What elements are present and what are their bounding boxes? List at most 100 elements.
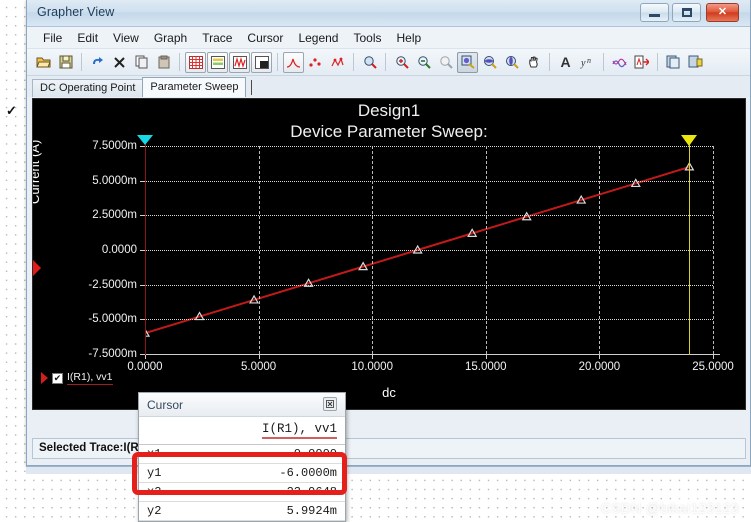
svg-text:n: n bbox=[587, 56, 591, 65]
graph-plot-area[interactable]: Design1 Device Parameter Sweep: Current … bbox=[32, 98, 746, 410]
zoom-in-icon[interactable] bbox=[391, 52, 412, 73]
y-axis-title: Current (A) bbox=[32, 139, 42, 204]
cursor-2-handle[interactable] bbox=[681, 135, 698, 146]
x-axis-line bbox=[145, 354, 720, 355]
export-graph-icon[interactable] bbox=[685, 52, 706, 73]
close-button[interactable]: ✕ bbox=[706, 3, 739, 22]
toolbar-separator bbox=[385, 53, 386, 71]
schematic-cursor-glyph: ✓ bbox=[6, 103, 17, 118]
legend-icon[interactable] bbox=[207, 51, 228, 73]
gridline-vertical bbox=[713, 146, 714, 354]
window-titlebar: Grapher View ✕ bbox=[27, 0, 750, 27]
paste-icon[interactable] bbox=[153, 52, 174, 73]
axes-icon[interactable] bbox=[229, 51, 250, 73]
text-icon-glyph: A bbox=[560, 54, 571, 70]
menu-item-legend[interactable]: Legend bbox=[291, 29, 346, 47]
open-icon[interactable] bbox=[33, 52, 54, 73]
minimize-icon bbox=[649, 14, 660, 17]
toolbar-separator bbox=[657, 53, 658, 71]
scatter-icon[interactable] bbox=[305, 52, 326, 73]
toolbar-separator bbox=[549, 53, 550, 71]
spline-icon[interactable] bbox=[327, 52, 348, 73]
menu-item-help[interactable]: Help bbox=[390, 29, 430, 47]
maximize-button[interactable] bbox=[672, 3, 701, 22]
grid-icon[interactable] bbox=[185, 51, 206, 73]
text-icon[interactable]: A bbox=[555, 52, 576, 73]
zoom-y-icon[interactable] bbox=[501, 52, 522, 73]
cursor-row-x2: x2 23.9648 bbox=[139, 483, 345, 502]
x-axis-tick-label: 15.0000 bbox=[465, 361, 507, 373]
gridline-vertical bbox=[258, 146, 260, 354]
cursor-1-line[interactable] bbox=[145, 139, 146, 355]
x-axis-tick bbox=[599, 354, 601, 359]
toolbar-separator bbox=[179, 53, 180, 71]
zoom-restore-icon[interactable] bbox=[359, 52, 380, 73]
cursor-row-y1: y1 -6.0000m bbox=[139, 464, 345, 483]
x-axis-tick-label: 25.0000 bbox=[692, 361, 734, 373]
cursor-key-x1: x1 bbox=[147, 447, 162, 461]
pan-hand-icon[interactable] bbox=[523, 52, 544, 73]
zoom-box-icon[interactable] bbox=[457, 51, 478, 73]
cursor-dialog-title: Cursor bbox=[147, 398, 184, 412]
tab-text-caret bbox=[251, 80, 253, 95]
menu-item-file[interactable]: File bbox=[36, 29, 70, 47]
export-trace-icon[interactable] bbox=[631, 52, 652, 73]
menu-item-edit[interactable]: Edit bbox=[70, 29, 106, 47]
save-icon[interactable] bbox=[55, 52, 76, 73]
plot-axes bbox=[145, 146, 714, 355]
cursor-dialog[interactable]: Cursor I(R1), vv1 x1 0.0000 y1 -6.0000m … bbox=[138, 392, 346, 522]
grapher-view-window: Grapher View ✕ File Edit View Graph Trac… bbox=[26, 0, 751, 466]
undo-icon[interactable] bbox=[87, 52, 108, 73]
curve-icon[interactable] bbox=[283, 51, 304, 73]
plot-title: Design1 bbox=[357, 101, 421, 120]
window-bottom-strip bbox=[26, 466, 751, 474]
x-axis-tick-label: 0.0000 bbox=[127, 361, 163, 373]
watermark-text: CSDN @bikai123123 bbox=[600, 500, 739, 516]
gridline-horizontal bbox=[145, 284, 713, 286]
background-icon[interactable] bbox=[251, 51, 272, 73]
formula-icon[interactable]: yn bbox=[577, 52, 598, 73]
cursor-1-handle[interactable] bbox=[137, 135, 153, 145]
cursor-value-y2: 5.9924m bbox=[286, 504, 337, 518]
y-axis-tick-label: 0.0000 bbox=[101, 244, 137, 256]
window-title: Grapher View bbox=[37, 5, 115, 19]
x-axis-tick-label: 10.0000 bbox=[351, 361, 393, 373]
cursor-2-line[interactable] bbox=[689, 139, 691, 355]
cursor-value-x2: 23.9648 bbox=[286, 485, 337, 499]
plot-legend[interactable]: ✔ I(R1), vv1 bbox=[41, 371, 113, 385]
cursor-row-x1: x1 0.0000 bbox=[139, 445, 345, 464]
cursor-dialog-close-button[interactable] bbox=[323, 397, 337, 411]
x-axis-tick-label: 20.0000 bbox=[578, 361, 621, 373]
legend-checkbox[interactable]: ✔ bbox=[52, 372, 63, 384]
menu-item-cursor[interactable]: Cursor bbox=[240, 29, 291, 47]
cursor-value-x1: 0.0000 bbox=[293, 447, 337, 461]
delete-icon[interactable] bbox=[109, 52, 130, 73]
toolbar-separator bbox=[603, 53, 604, 71]
minimize-button[interactable] bbox=[640, 3, 669, 22]
legend-arrow-icon bbox=[41, 372, 48, 384]
x-axis-tick bbox=[485, 354, 487, 359]
copy-graph-icon[interactable] bbox=[663, 52, 684, 73]
x-axis-tick-label: 5.0000 bbox=[241, 361, 277, 373]
menu-item-view[interactable]: View bbox=[106, 29, 147, 47]
copy-icon[interactable] bbox=[131, 52, 152, 73]
gridline-horizontal bbox=[145, 180, 713, 182]
zoom-out-icon[interactable] bbox=[413, 52, 434, 73]
toolbar-separator bbox=[277, 53, 278, 71]
tab-parameter-sweep[interactable]: Parameter Sweep bbox=[142, 77, 247, 97]
menu-item-graph[interactable]: Graph bbox=[147, 29, 195, 47]
x-axis-tick bbox=[372, 354, 374, 359]
waveform-icon[interactable] bbox=[609, 52, 630, 73]
cursor-series-label: I(R1), vv1 bbox=[261, 422, 337, 439]
gridline-horizontal bbox=[145, 215, 713, 217]
y-axis-tick-label: -7.5000m bbox=[88, 348, 137, 360]
gridline-horizontal bbox=[145, 319, 713, 321]
maximize-icon bbox=[681, 8, 692, 17]
menu-item-trace[interactable]: Trace bbox=[195, 29, 240, 47]
tab-dc-operating-point[interactable]: DC Operating Point bbox=[32, 79, 144, 97]
zoom-reset-icon[interactable] bbox=[435, 52, 456, 73]
zoom-x-icon[interactable] bbox=[479, 52, 500, 73]
x-axis-tick bbox=[713, 354, 714, 359]
toolbar-separator bbox=[353, 53, 354, 71]
menu-item-tools[interactable]: Tools bbox=[346, 29, 389, 47]
